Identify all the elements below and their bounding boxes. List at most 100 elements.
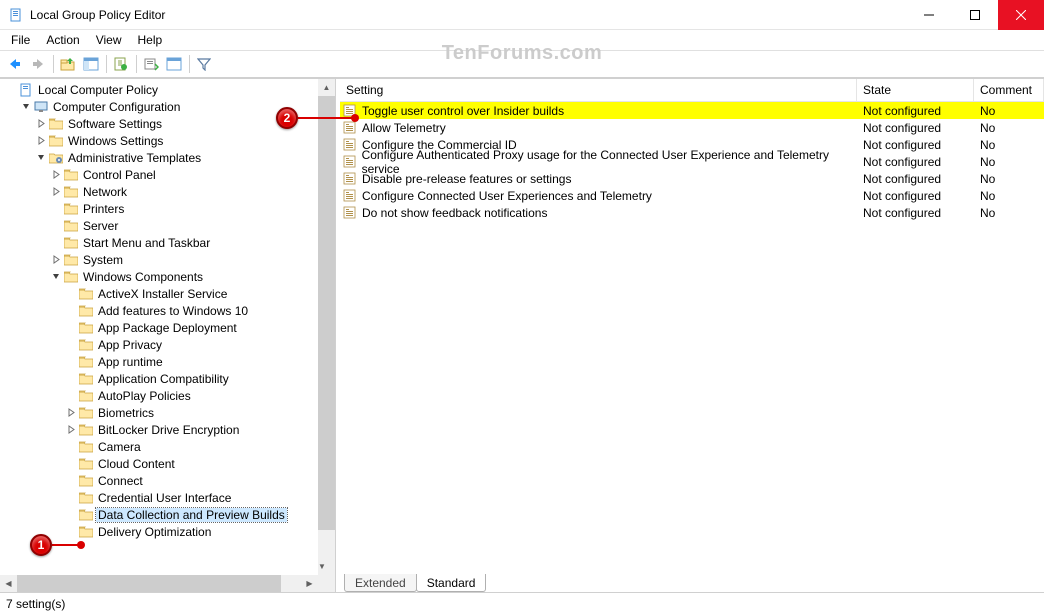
- tree-item[interactable]: Credential User Interface: [4, 489, 335, 506]
- tree-item[interactable]: Windows Settings: [4, 132, 335, 149]
- toolbar-separator: [189, 55, 190, 73]
- tree[interactable]: Local Computer Policy Computer Configura…: [0, 79, 335, 592]
- tree-item[interactable]: Administrative Templates: [4, 149, 335, 166]
- chevron-down-icon[interactable]: [49, 272, 63, 281]
- policy-setting-icon: [342, 172, 358, 186]
- folder-icon: [48, 117, 64, 131]
- up-level-button[interactable]: [57, 53, 79, 75]
- scroll-up-button[interactable]: ▲: [318, 79, 335, 96]
- chevron-right-icon[interactable]: [49, 170, 63, 179]
- help-button[interactable]: [163, 53, 185, 75]
- chevron-right-icon[interactable]: [34, 119, 48, 128]
- cell-comment: No: [974, 206, 1044, 220]
- tree-root-label: Local Computer Policy: [36, 83, 160, 97]
- tree-item[interactable]: BitLocker Drive Encryption: [4, 421, 335, 438]
- setting-name: Allow Telemetry: [362, 121, 446, 135]
- folder-icon: [33, 100, 49, 114]
- folder-icon: [78, 406, 94, 420]
- tree-item[interactable]: AutoPlay Policies: [4, 387, 335, 404]
- tree-item[interactable]: Windows Components: [4, 268, 335, 285]
- tree-item[interactable]: Start Menu and Taskbar: [4, 234, 335, 251]
- folder-icon: [48, 134, 64, 148]
- chevron-down-icon[interactable]: [34, 153, 48, 162]
- list-body: Toggle user control over Insider buildsN…: [340, 102, 1044, 571]
- folder-icon: [78, 457, 94, 471]
- tree-item[interactable]: App Package Deployment: [4, 319, 335, 336]
- scroll-right-button[interactable]: ▶: [301, 575, 318, 592]
- back-button[interactable]: [4, 53, 26, 75]
- tree-item-label: Network: [81, 185, 129, 199]
- chevron-right-icon[interactable]: [49, 187, 63, 196]
- tree-item[interactable]: Printers: [4, 200, 335, 217]
- scroll-down-button[interactable]: ▼: [318, 558, 326, 575]
- tree-item[interactable]: Server: [4, 217, 335, 234]
- tree-item[interactable]: Cloud Content: [4, 455, 335, 472]
- list-row[interactable]: Disable pre-release features or settings…: [340, 170, 1044, 187]
- tree-item-label: Add features to Windows 10: [96, 304, 250, 318]
- tree-item[interactable]: App runtime: [4, 353, 335, 370]
- policy-setting-icon: [342, 189, 358, 203]
- tree-item[interactable]: Delivery Optimization: [4, 523, 335, 540]
- refresh-button[interactable]: [110, 53, 132, 75]
- tree-item[interactable]: Biometrics: [4, 404, 335, 421]
- tree-item[interactable]: Network: [4, 183, 335, 200]
- chevron-right-icon[interactable]: [49, 255, 63, 264]
- scroll-left-button[interactable]: ◀: [0, 575, 17, 592]
- minimize-button[interactable]: [906, 0, 952, 30]
- forward-button[interactable]: [27, 53, 49, 75]
- menu-view[interactable]: View: [89, 31, 129, 49]
- cell-state: Not configured: [857, 121, 974, 135]
- chevron-right-icon[interactable]: [64, 408, 78, 417]
- scroll-thumb[interactable]: [318, 96, 335, 530]
- tree-item-label: Windows Components: [81, 270, 205, 284]
- tree-pane: Local Computer Policy Computer Configura…: [0, 79, 336, 592]
- list-row[interactable]: Do not show feedback notificationsNot co…: [340, 204, 1044, 221]
- tree-item[interactable]: App Privacy: [4, 336, 335, 353]
- close-button[interactable]: [998, 0, 1044, 30]
- scroll-htrack[interactable]: [17, 575, 301, 592]
- menu-file[interactable]: File: [4, 31, 37, 49]
- column-header-state[interactable]: State: [857, 79, 974, 101]
- export-list-button[interactable]: [140, 53, 162, 75]
- tree-root[interactable]: Local Computer Policy: [4, 81, 335, 98]
- menu-action[interactable]: Action: [39, 31, 86, 49]
- setting-name: Configure Connected User Experiences and…: [362, 189, 652, 203]
- tree-item[interactable]: ActiveX Installer Service: [4, 285, 335, 302]
- tab-standard[interactable]: Standard: [416, 574, 487, 592]
- list-row[interactable]: Configure Authenticated Proxy usage for …: [340, 153, 1044, 170]
- tree-item[interactable]: Application Compatibility: [4, 370, 335, 387]
- toolbar: [0, 50, 1044, 78]
- tree-item[interactable]: Control Panel: [4, 166, 335, 183]
- tree-item-label: System: [81, 253, 125, 267]
- column-header-setting[interactable]: Setting: [340, 79, 857, 101]
- show-hide-tree-button[interactable]: [80, 53, 102, 75]
- tree-item[interactable]: Data Collection and Preview Builds: [4, 506, 335, 523]
- list-row[interactable]: Toggle user control over Insider buildsN…: [340, 102, 1044, 119]
- chevron-down-icon[interactable]: [19, 102, 33, 111]
- list-header: Setting State Comment: [340, 79, 1044, 102]
- folder-icon: [78, 423, 94, 437]
- tree-horizontal-scrollbar[interactable]: ◀ ▶: [0, 575, 335, 592]
- folder-icon: [63, 253, 79, 267]
- cell-state: Not configured: [857, 155, 974, 169]
- column-header-comment[interactable]: Comment: [974, 79, 1044, 101]
- tree-vertical-scrollbar[interactable]: ▲ ▼: [318, 79, 335, 575]
- tab-extended[interactable]: Extended: [344, 574, 417, 592]
- tree-item[interactable]: Connect: [4, 472, 335, 489]
- list-row[interactable]: Configure Connected User Experiences and…: [340, 187, 1044, 204]
- chevron-right-icon[interactable]: [34, 136, 48, 145]
- tree-item[interactable]: Camera: [4, 438, 335, 455]
- tree-item-label: Server: [81, 219, 120, 233]
- tree-item[interactable]: Add features to Windows 10: [4, 302, 335, 319]
- maximize-button[interactable]: [952, 0, 998, 30]
- menubar: File Action View Help: [0, 30, 1044, 50]
- menu-help[interactable]: Help: [131, 31, 170, 49]
- scroll-hthumb[interactable]: [17, 575, 281, 592]
- tree-item[interactable]: System: [4, 251, 335, 268]
- folder-icon: [78, 525, 94, 539]
- filter-button[interactable]: [193, 53, 215, 75]
- chevron-right-icon[interactable]: [64, 425, 78, 434]
- list-row[interactable]: Allow TelemetryNot configuredNo: [340, 119, 1044, 136]
- scroll-track[interactable]: [318, 96, 335, 558]
- scroll-grip: [318, 575, 335, 592]
